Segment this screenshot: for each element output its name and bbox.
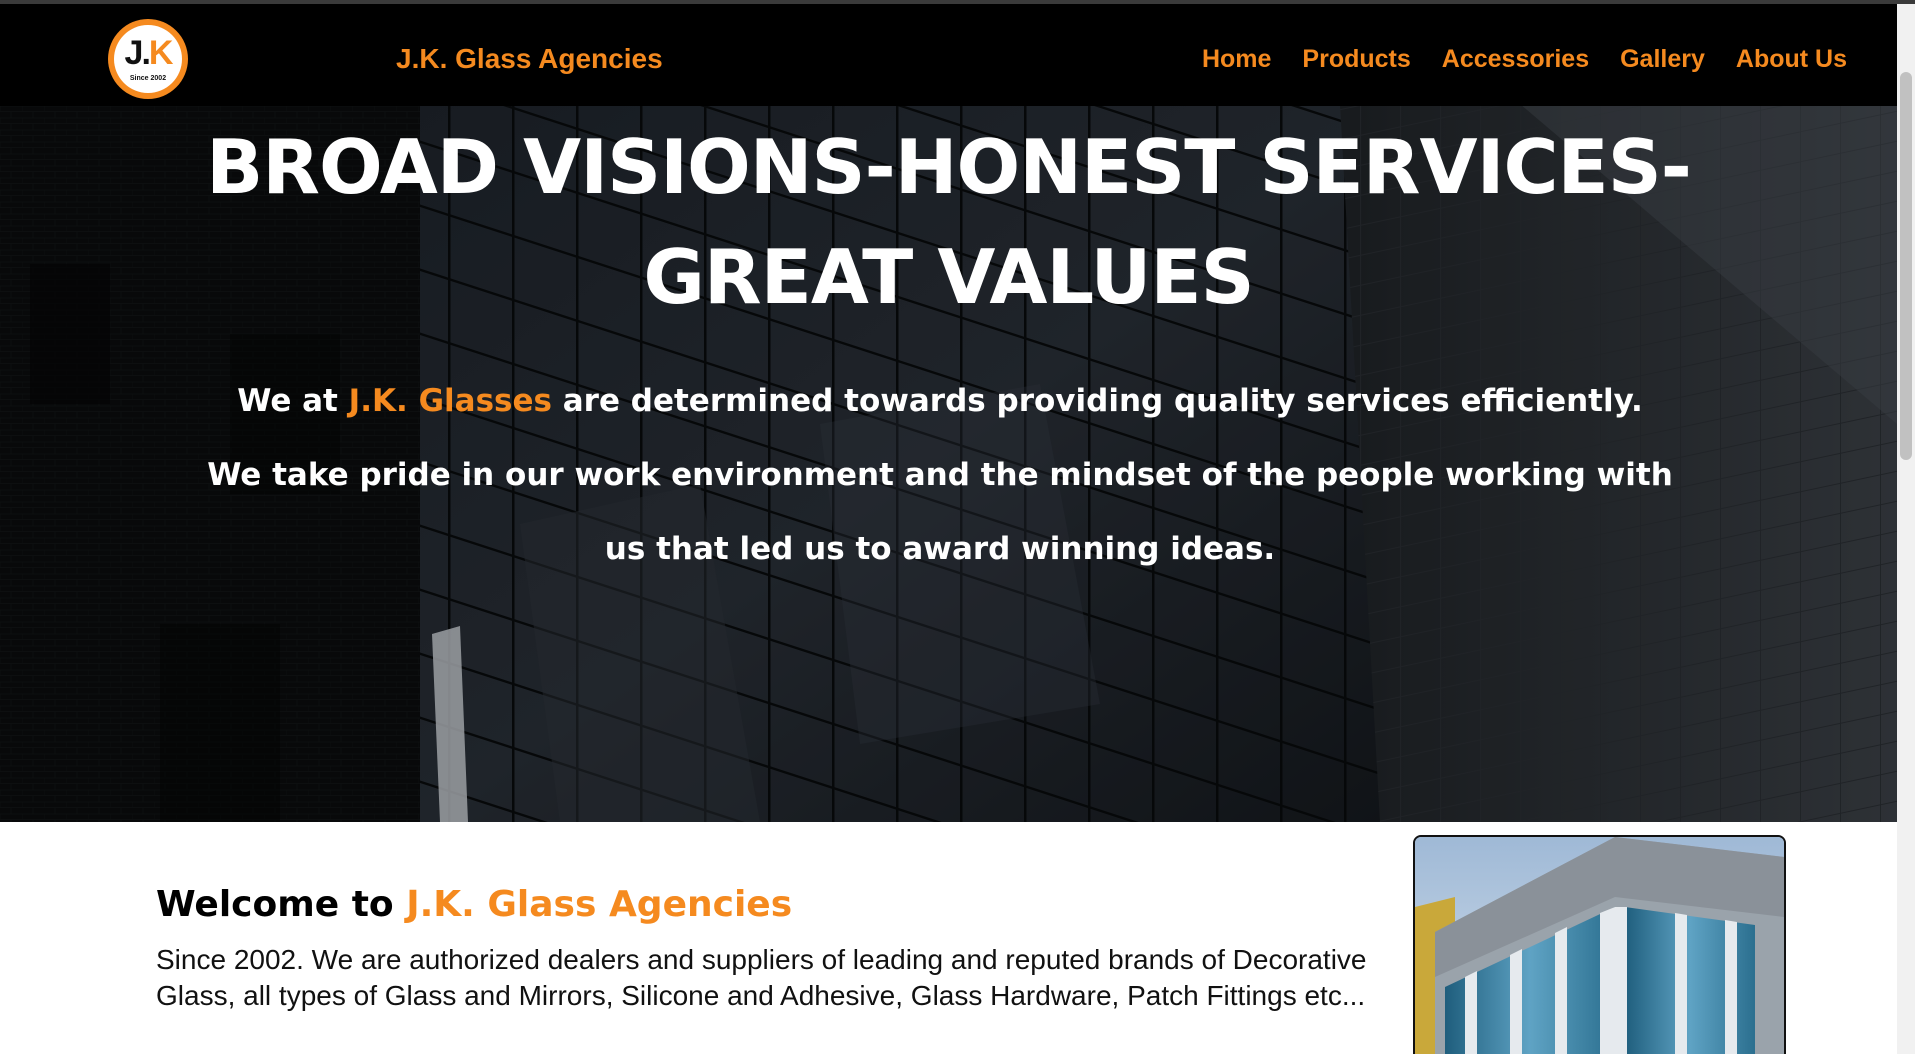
jk-logo-icon[interactable]: J.K Since 2002 [108,19,188,99]
nav-link-home[interactable]: Home [1202,42,1271,76]
hero-title-line-1: BROAD VISIONS-HONEST SERVICES- [206,123,1692,211]
welcome-heading-prefix: Welcome to [156,884,407,925]
nav-link-accessories[interactable]: Accessories [1442,42,1589,76]
main-nav: Home Products Accessories Gallery About … [1202,42,1847,76]
welcome-heading-company: J.K. Glass Agencies [406,884,793,925]
hero-title: BROAD VISIONS-HONEST SERVICES- GREAT VAL… [0,112,1897,332]
logo-mark: J.K [114,33,182,73]
glass-building-image [1413,835,1786,1054]
glass-building-illustration [1415,837,1784,1054]
nav-link-products[interactable]: Products [1302,42,1410,76]
logo-letter-k: K [148,34,174,72]
hero-paragraph-2: We take pride in our work environment an… [207,457,1673,567]
nav-link-gallery[interactable]: Gallery [1620,42,1705,76]
welcome-text: Since 2002. We are authorized dealers an… [156,944,1367,1011]
navbar: J.K Since 2002 J.K. Glass Agencies Home … [0,4,1897,106]
hero-p1-company: J.K. Glasses [348,383,552,419]
logo-since-text: Since 2002 [129,75,167,82]
logo-dot: . [141,34,151,72]
hero-paragraphs: We at J.K. Glasses are determined toward… [190,364,1690,586]
nav-link-about-us[interactable]: About Us [1736,42,1847,76]
hero-title-line-2: GREAT VALUES [643,233,1254,321]
hero-section: BROAD VISIONS-HONEST SERVICES- GREAT VAL… [0,4,1897,822]
page-scrollbar[interactable] [1897,4,1915,1054]
logo-letter-j: J [124,34,144,72]
page-viewport: BROAD VISIONS-HONEST SERVICES- GREAT VAL… [0,4,1897,1054]
hero-p1-suffix: are determined towards providing quality… [551,383,1643,419]
brand-name[interactable]: J.K. Glass Agencies [396,42,663,76]
scrollbar-thumb[interactable] [1900,72,1912,460]
logo-badge: J.K Since 2002 [114,25,182,93]
hero-p1-prefix: We at [237,383,349,419]
hero-paragraph-1: We at J.K. Glasses are determined toward… [190,364,1690,438]
welcome-heading: Welcome to J.K. Glass Agencies [156,882,792,928]
